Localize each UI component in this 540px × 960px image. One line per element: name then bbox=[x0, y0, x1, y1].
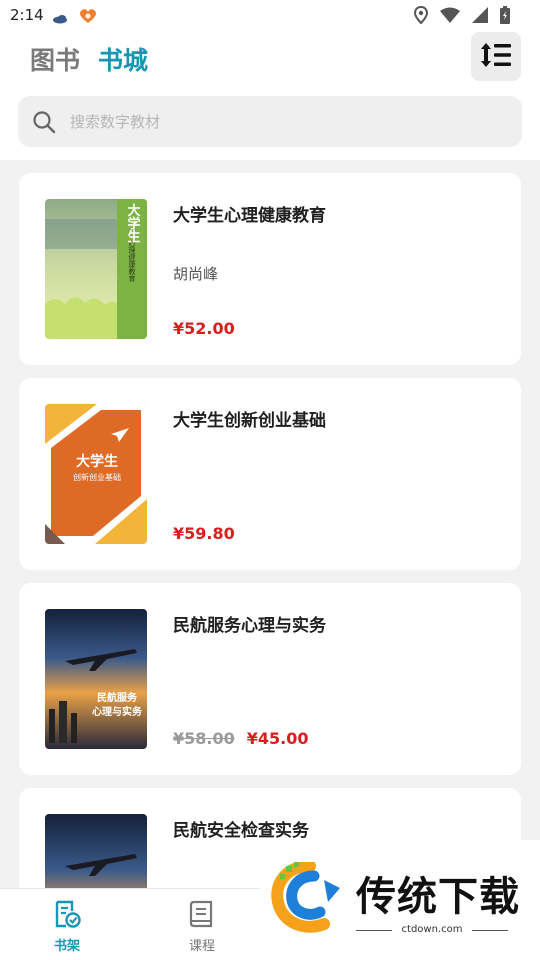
search-input[interactable] bbox=[70, 108, 490, 136]
price-row: ¥52.00 bbox=[173, 319, 235, 338]
bookshelf-icon bbox=[52, 900, 82, 933]
nav-course-label: 课程 bbox=[188, 939, 215, 954]
book-title: 民航服务心理与实务 bbox=[173, 616, 326, 636]
location-icon bbox=[413, 5, 429, 28]
tab-store[interactable]: 书城 bbox=[98, 41, 148, 77]
book-list[interactable]: 大学生 心理健康教育 大学生心理健康教育 胡尚峰 ¥52.00 大学生 创新创业… bbox=[0, 160, 540, 890]
status-bar: 2:14 bbox=[0, 0, 540, 32]
price-row: ¥58.00 ¥45.00 bbox=[173, 729, 309, 748]
course-book-icon bbox=[187, 900, 217, 933]
watermark-text: 传统下载 bbox=[356, 874, 520, 920]
book-cover-image bbox=[45, 814, 147, 890]
cover-title-text: 大学生 bbox=[125, 203, 141, 243]
book-card[interactable]: 大学生 心理健康教育 大学生心理健康教育 胡尚峰 ¥52.00 bbox=[19, 173, 521, 365]
nav-bookshelf[interactable]: 书架 bbox=[27, 899, 107, 954]
nav-course[interactable]: 课程 bbox=[162, 899, 242, 954]
heart-hands-icon bbox=[78, 8, 98, 28]
book-card[interactable]: 民航服务 心理与实务 民航服务心理与实务 ¥58.00 ¥45.00 bbox=[19, 583, 521, 775]
book-price: ¥59.80 bbox=[173, 524, 235, 543]
wifi-icon bbox=[440, 7, 460, 27]
watermark: 传统下载 ctdown.com bbox=[260, 840, 540, 960]
book-cover-image: 大学生 创新创业基础 bbox=[45, 404, 147, 544]
book-card[interactable]: 大学生 创新创业基础 大学生创新创业基础 ¥59.80 bbox=[19, 378, 521, 570]
search-icon bbox=[32, 110, 56, 138]
battery-icon bbox=[500, 6, 510, 28]
watermark-url: ctdown.com bbox=[401, 924, 463, 935]
cover-subtitle-text: 心理与实务 bbox=[92, 705, 143, 718]
cover-title-text: 大学生 bbox=[76, 453, 118, 470]
sort-button[interactable] bbox=[471, 32, 521, 81]
watermark-logo-icon bbox=[268, 860, 348, 940]
search-bar[interactable] bbox=[18, 96, 522, 147]
cloud-icon bbox=[52, 9, 68, 28]
sort-icon bbox=[480, 41, 512, 73]
top-bar: 图书 书城 bbox=[0, 32, 540, 160]
cover-subtitle-text: 心理健康教育 bbox=[128, 240, 136, 283]
book-title: 民航安全检查实务 bbox=[173, 821, 309, 841]
book-title: 大学生创新创业基础 bbox=[173, 411, 326, 431]
nav-bookshelf-label: 书架 bbox=[53, 939, 80, 954]
tab-books[interactable]: 图书 bbox=[30, 41, 80, 77]
book-price: ¥52.00 bbox=[173, 319, 235, 338]
book-cover-image: 大学生 心理健康教育 bbox=[45, 199, 147, 339]
book-author: 胡尚峰 bbox=[173, 265, 219, 283]
original-price: ¥58.00 bbox=[173, 729, 235, 748]
status-time: 2:14 bbox=[10, 6, 44, 24]
book-title: 大学生心理健康教育 bbox=[173, 206, 326, 226]
book-cover-image: 民航服务 心理与实务 bbox=[45, 609, 147, 749]
book-price: ¥45.00 bbox=[246, 729, 309, 748]
cover-title-text: 民航服务 bbox=[97, 691, 138, 704]
cover-subtitle-text: 创新创业基础 bbox=[73, 472, 121, 482]
signal-icon bbox=[472, 7, 488, 27]
price-row: ¥59.80 bbox=[173, 524, 235, 543]
